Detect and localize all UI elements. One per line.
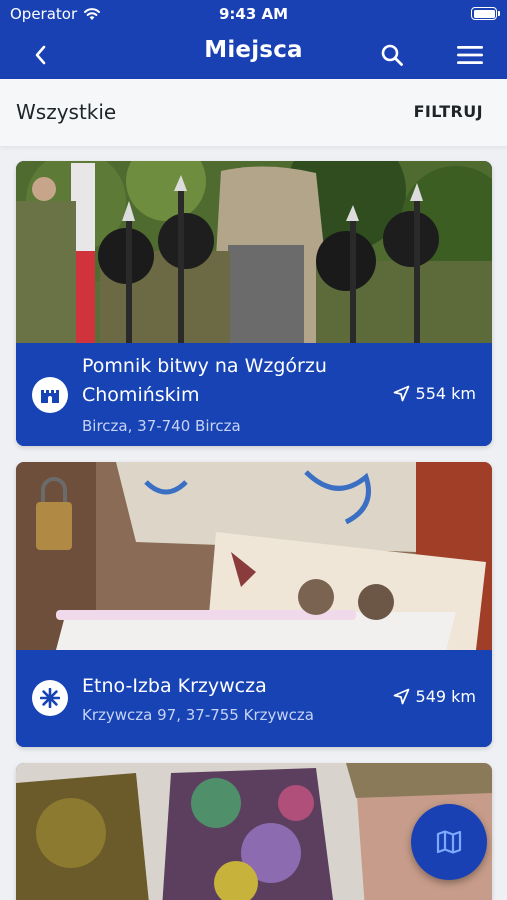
filter-button[interactable]: FILTRUJ <box>414 102 483 121</box>
place-card[interactable]: Pomnik bitwy na Wzgórzu Chomińskim Bircz… <box>16 161 492 446</box>
place-photo <box>16 161 492 343</box>
navigation-arrow-icon <box>393 688 409 705</box>
place-name: Pomnik bitwy na Wzgórzu Chomińskim <box>82 355 327 406</box>
place-name: Etno-Izba Krzywcza <box>82 675 267 697</box>
place-address: Bircza, 37-740 Bircza <box>82 417 241 435</box>
distance-value: 554 km <box>415 384 476 403</box>
search-icon <box>381 44 403 66</box>
place-distance: 554 km <box>393 384 476 403</box>
place-address: Krzywcza 97, 37-755 Krzywcza <box>82 706 314 724</box>
search-button[interactable] <box>374 30 410 79</box>
filter-bar: Wszystkie FILTRUJ <box>0 79 507 147</box>
distance-value: 549 km <box>415 687 476 706</box>
place-info: Pomnik bitwy na Wzgórzu Chomińskim Bircz… <box>16 343 492 446</box>
battery-icon <box>471 7 500 20</box>
nav-bar: Miejsca <box>0 30 507 79</box>
status-time: 9:43 AM <box>218 5 289 23</box>
status-bar: Operator 9:43 AM <box>0 0 507 30</box>
castle-icon <box>32 377 68 413</box>
page-title: Miejsca <box>204 37 303 63</box>
place-photo <box>16 462 492 650</box>
map-icon <box>436 830 462 854</box>
map-view-button[interactable] <box>411 804 487 880</box>
all-places-label[interactable]: Wszystkie <box>16 100 116 124</box>
hamburger-menu-icon <box>457 45 483 64</box>
sparkle-icon <box>32 680 68 716</box>
place-card[interactable]: Etno-Izba Krzywcza Krzywcza 97, 37-755 K… <box>16 462 492 747</box>
menu-button[interactable] <box>452 30 488 79</box>
place-distance: 549 km <box>393 687 476 706</box>
navigation-arrow-icon <box>393 385 409 402</box>
place-info: Etno-Izba Krzywcza Krzywcza 97, 37-755 K… <box>16 650 492 747</box>
